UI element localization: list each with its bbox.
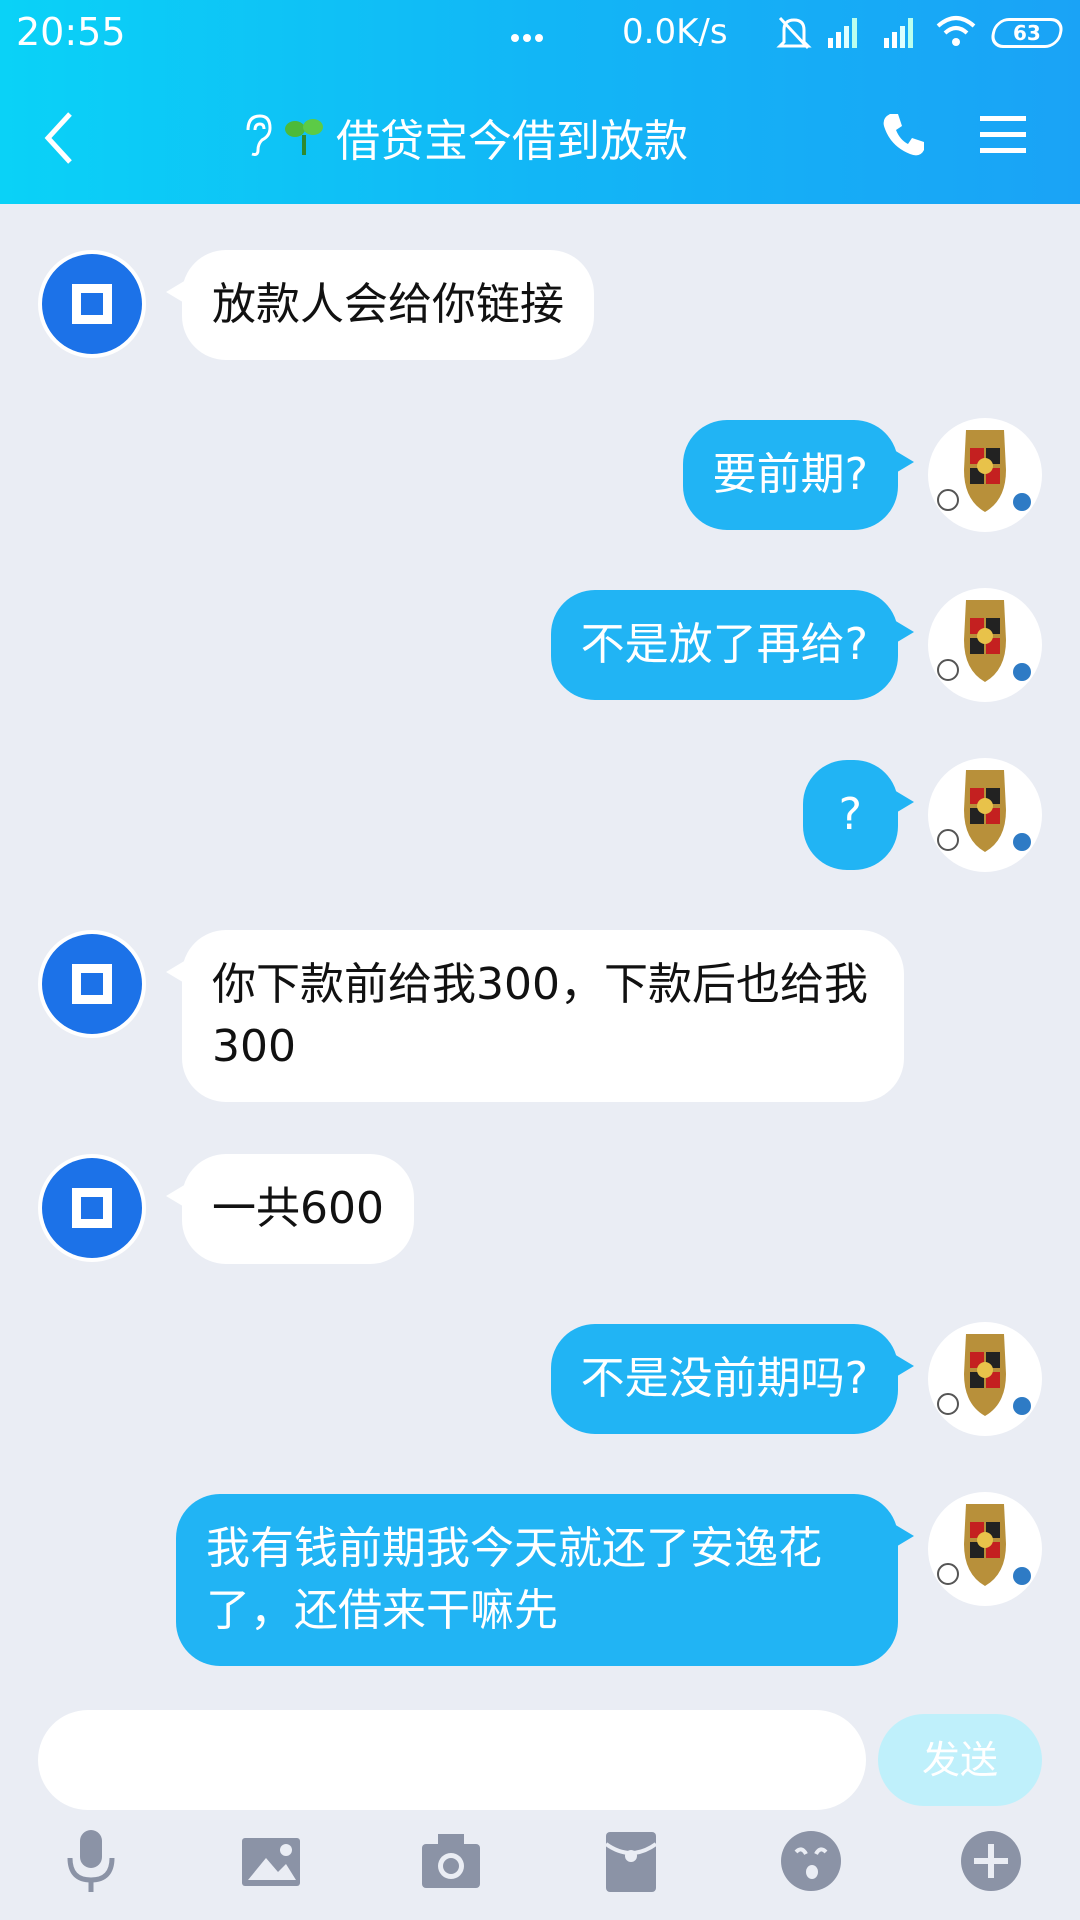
send-button[interactable]: 发送 [878,1714,1042,1806]
signal-icon-2 [882,14,918,54]
status-bar: 20:55 0.0K/s 63 [0,0,1080,70]
message-bubble[interactable]: 要前期? [682,420,915,530]
user-avatar[interactable] [928,418,1042,532]
message-bubble[interactable]: 我有钱前期我今天就还了安逸花了，还借来干嘛先 [176,1494,914,1666]
signal-icon-1 [826,14,862,54]
phone-icon[interactable] [878,110,928,164]
message-text: 不是没前期吗? [580,1353,868,1404]
microphone-icon[interactable] [56,1826,126,1896]
status-time: 20:55 [16,10,126,54]
red-packet-icon[interactable] [596,1826,666,1896]
user-avatar[interactable] [928,1322,1042,1436]
message-input[interactable] [38,1710,866,1810]
camera-icon[interactable] [416,1826,486,1896]
ear-icon [240,112,274,162]
message-bubble[interactable]: 你下款前给我300，下款后也给我300 [166,930,904,1102]
battery-level: 63 [1013,21,1041,45]
message-bubble[interactable]: 一共600 [166,1154,414,1264]
input-toolbar [0,1826,1080,1920]
contact-avatar[interactable] [38,1154,146,1262]
message-text: 要前期? [712,449,868,500]
chat-title-group[interactable]: 借贷宝今借到放款 [240,102,688,172]
user-avatar[interactable] [928,758,1042,872]
message-text: 我有钱前期我今天就还了安逸花了，还借来干嘛先 [206,1523,822,1636]
crest-logo-icon [937,1334,1031,1416]
message-text: 你下款前给我300，下款后也给我300 [212,959,868,1072]
crest-logo-icon [937,1504,1031,1586]
crest-logo-icon [937,430,1031,512]
message-list[interactable]: 放款人会给你链接 要前期? 不是放了再给? ? 你下款前给我300，下款后也给我… [0,204,1080,1684]
image-icon[interactable] [236,1826,306,1896]
network-speed: 0.0K/s [622,12,728,52]
message-text: 一共600 [212,1183,384,1234]
battery-indicator: 63 [988,18,1066,48]
user-avatar[interactable] [928,1492,1042,1606]
message-text: 放款人会给你链接 [212,279,564,330]
plus-icon[interactable] [956,1826,1026,1896]
emoji-icon[interactable] [776,1826,846,1896]
crest-logo-icon [937,600,1031,682]
message-text: ? [838,789,862,840]
bell-muted-icon [776,14,812,56]
message-bubble[interactable]: 不是没前期吗? [550,1324,915,1434]
chat-nav-bar: 借贷宝今借到放款 [0,92,1080,182]
chevron-left-icon[interactable] [40,108,80,168]
contact-avatar[interactable] [38,250,146,358]
menu-icon[interactable] [978,110,1028,160]
message-bubble[interactable]: 放款人会给你链接 [166,250,594,360]
message-text: 不是放了再给? [580,619,868,670]
contact-avatar[interactable] [38,930,146,1038]
app-header: 20:55 0.0K/s 63 借贷宝今借到放款 [0,0,1080,204]
sprout-icon [284,113,324,161]
wifi-icon [936,14,976,52]
more-dots-icon [510,28,544,47]
crest-logo-icon [937,770,1031,852]
message-bubble[interactable]: 不是放了再给? [550,590,915,700]
message-bubble[interactable]: ? [802,760,915,870]
composer-bar: 发送 [0,1690,1080,1920]
chat-title: 借贷宝今借到放款 [336,116,688,167]
user-avatar[interactable] [928,588,1042,702]
